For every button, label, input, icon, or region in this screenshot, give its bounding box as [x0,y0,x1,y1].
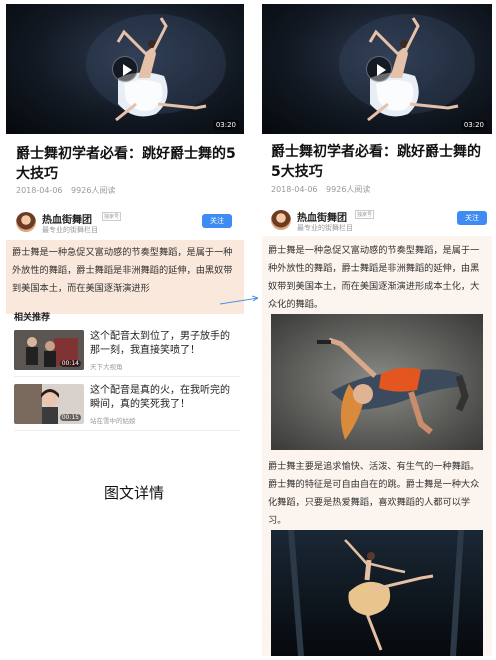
hip-hop-dancer-image [271,314,483,450]
video-thumbnail[interactable]: 00:14 [14,330,84,370]
article-title: 爵士舞初学者必看：跳好爵士舞的5大技巧 [16,146,236,182]
video-thumbnail[interactable]: 00:15 [14,384,84,424]
play-icon[interactable] [112,56,138,82]
author-row: 热血街舞团 独家号 最专业的街舞栏目 关注 [271,209,489,235]
publish-date: 2018-04-06 [271,185,318,194]
avatar[interactable] [271,210,291,230]
author-row: 热血街舞团 独家号 最专业的街舞栏目 关注 [16,211,240,237]
follow-button[interactable]: 关注 [457,211,487,225]
related-title[interactable]: 这个配音是真的火，在我听完的瞬间，真的笑死我了！ [90,384,238,412]
read-count: 9926人阅读 [326,185,371,194]
article-paragraph-2: 爵士舞主要是追求愉快、活泼、有生气的一种舞蹈。爵士舞的特征是可自由自在的跳。爵士… [268,461,480,526]
image-text-detail-screen: 03:20 爵士舞初学者必看：跳好爵士舞的5大技巧 2018-04-06 992… [262,4,492,656]
author-name[interactable]: 热血街舞团 [297,209,347,224]
video-duration: 03:20 [212,120,239,130]
caption-text: 图文详情 [104,484,165,502]
divider [14,430,240,431]
related-source: 天下大视角 [90,363,123,371]
author-badge: 独家号 [355,210,375,219]
author-subtitle: 最专业的街舞栏目 [297,224,353,232]
article-meta: 2018-04-06 9926人阅读 [271,184,376,195]
avatar[interactable] [16,212,36,232]
follow-button[interactable]: 关注 [202,214,232,228]
author-subtitle: 最专业的街舞栏目 [42,226,98,234]
video-article-screen: 03:20 爵士舞初学者必看：跳好爵士舞的5大技巧 2018-04-06 992… [6,4,244,436]
arrow-icon [219,295,259,305]
author-badge: 独家号 [102,212,122,221]
list-item[interactable]: 00:14 这个配音太到位了，男子放手的那一刻，我直接笑喷了！ 天下大视角 [14,330,240,372]
video-player[interactable]: 03:20 [262,4,492,134]
ballerina-stage-image [271,530,483,656]
article-excerpt: 爵士舞是一种急促又富动感的节奏型舞蹈，是属于一种外放性的舞蹈，爵士舞蹈是非洲舞蹈… [6,240,244,314]
read-count: 9926人阅读 [71,186,116,195]
article-meta: 2018-04-06 9926人阅读 [16,185,121,196]
list-item[interactable]: 00:15 这个配音是真的火，在我听完的瞬间，真的笑死我了！ 站在雪中的姑娘 [14,384,240,426]
article-paragraph-1: 爵士舞是一种急促又富动感的节奏型舞蹈，是属于一种外放性的舞蹈，爵士舞蹈是非洲舞蹈… [268,245,480,310]
video-duration: 03:20 [460,120,487,130]
thumbnail-duration: 00:14 [59,360,81,367]
article-title: 爵士舞初学者必看：跳好爵士舞的5大技巧 [271,144,481,180]
related-label: 相关推荐 [14,313,51,323]
thumbnail-duration: 00:15 [59,414,81,421]
play-icon[interactable] [366,56,392,82]
related-title[interactable]: 这个配音太到位了，男子放手的那一刻，我直接笑喷了！ [90,330,238,358]
divider [14,376,240,377]
related-source: 站在雪中的姑娘 [90,417,136,425]
publish-date: 2018-04-06 [16,186,63,195]
author-name[interactable]: 热血街舞团 [42,211,92,226]
video-player[interactable]: 03:20 [6,4,244,134]
